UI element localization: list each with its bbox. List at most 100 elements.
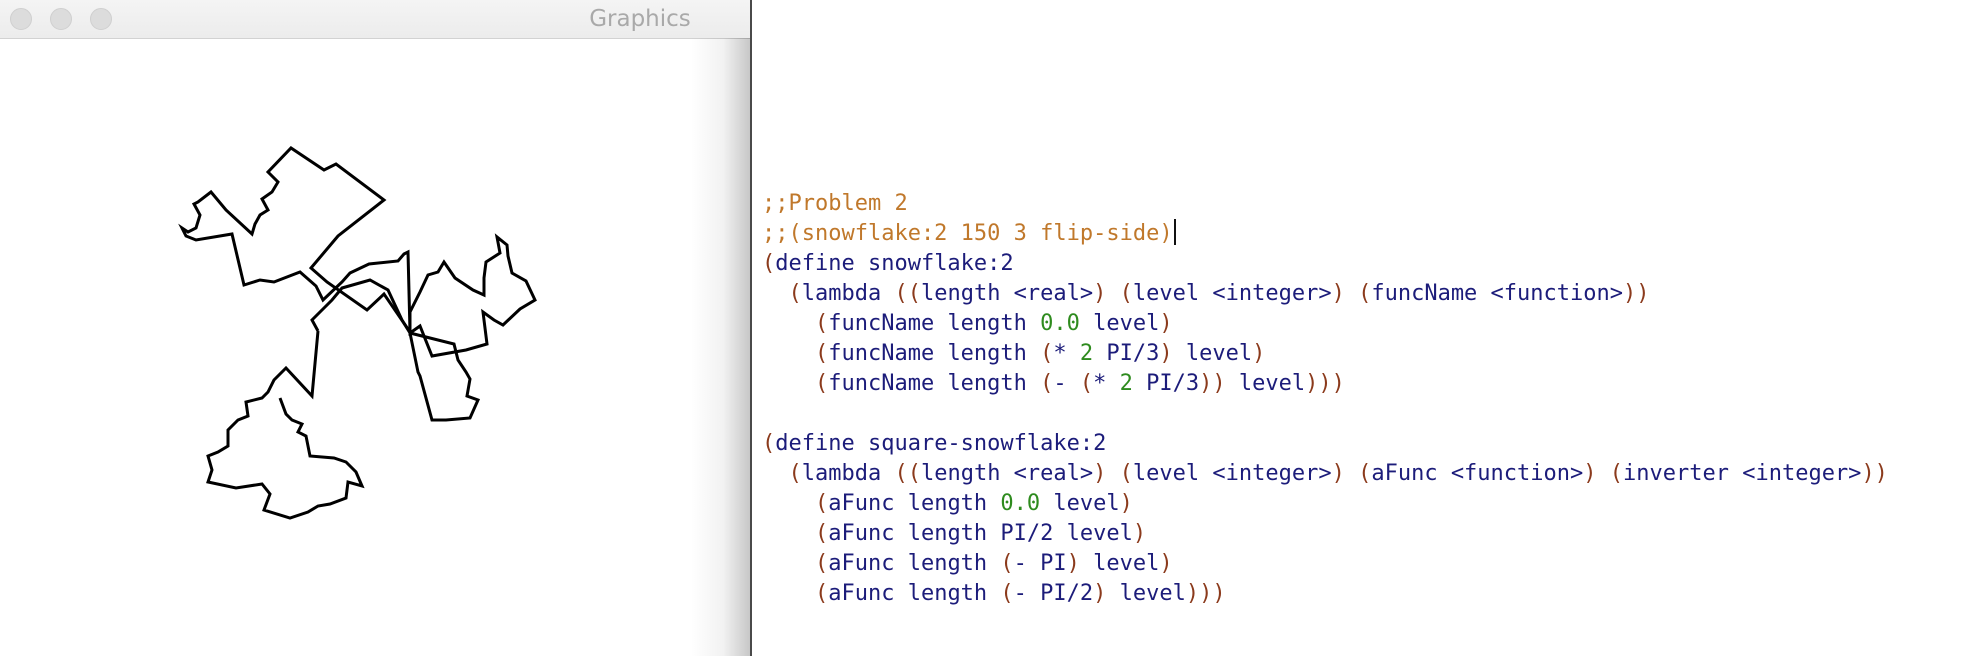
minimize-button[interactable] [50,8,72,30]
blank-line[interactable] [762,399,1888,429]
code-token-paren: ( [762,251,776,276]
code-token-paren: ) [1331,461,1345,486]
code-token-paren: ) [1159,341,1173,366]
code-line[interactable]: (aFunc length (- PI/2) level))) [762,579,1888,609]
code-line[interactable]: (lambda ((length <real>) (level <integer… [762,459,1888,489]
code-token-sp [762,491,815,516]
code-token-num: 2 [1119,371,1133,396]
code-token-paren: ( [1040,341,1054,366]
code-token-sp [1345,281,1358,306]
code-token-num: 0.0 [1040,311,1080,336]
code-token-paren: ( [814,371,829,396]
code-token-paren: ) [1093,461,1107,486]
code-token-paren: ) [1119,491,1133,516]
code-token-ident: PI/3 [1132,371,1200,396]
text-caret [1173,219,1176,245]
code-token-paren: ( [1358,281,1372,306]
code-line[interactable]: (funcName length 0.0 level) [762,309,1888,339]
code-token-ident: length <real> [920,281,1094,306]
code-token-ident: - [1053,371,1080,396]
close-button[interactable] [10,8,32,30]
code-token-sp [762,581,815,606]
zoom-button[interactable] [90,8,112,30]
code-line[interactable]: ;;Problem 2 [762,189,1888,219]
code-token-comment: ;;Problem 2 [762,191,908,216]
code-token-paren: ))) [1305,371,1345,396]
code-line[interactable]: (aFunc length 0.0 level) [762,489,1888,519]
code-line[interactable]: (aFunc length (- PI) level) [762,549,1888,579]
code-token-paren: ) [1331,281,1345,306]
code-token-sp [762,281,789,306]
drawing-canvas[interactable] [0,39,750,656]
code-token-paren: ) [1066,551,1080,576]
code-line[interactable]: ;;(snowflake:2 150 3 flip-side) [762,219,1888,249]
code-token-paren: )) [1623,281,1650,306]
code-token-ident: funcName <function> [1371,281,1624,306]
code-token-sp [762,341,815,366]
code-token-paren: ) [1252,341,1266,366]
code-line[interactable]: (lambda ((length <real>) (level <integer… [762,279,1888,309]
code-token-sp [1597,461,1610,486]
code-token-ident: inverter <integer> [1623,461,1862,486]
code-token-ident: PI/3 [1093,341,1160,366]
code-line[interactable]: (define square-snowflake:2 [762,429,1888,459]
code-token-ident: aFunc length [828,491,1001,516]
code-token-ident: lambda [801,461,895,486]
code-editor[interactable]: ;;Problem 2 ;;(snowflake:2 150 3 flip-sid… [750,0,1984,656]
code-token-ident: funcName length [828,371,1041,396]
code-token-paren: ) [1132,521,1147,546]
code-token-ident: level <integer> [1132,281,1332,306]
code-token-paren: ( [762,431,776,456]
code-token-ident: level [1040,491,1120,516]
code-token-ident: length <real> [920,461,1094,486]
code-token-paren: ) [1093,281,1107,306]
code-token-paren: ( [788,281,802,306]
code-token-paren: ( [1079,371,1094,396]
code-token-ident: funcName length [828,311,1041,336]
window-title: Graphics [589,6,691,32]
code-token-paren: (( [894,281,921,306]
code-token-paren: ( [814,311,829,336]
code-token-ident: lambda [801,281,895,306]
snowflake-drawing [178,146,537,520]
code-line[interactable]: (funcName length (- (* 2 PI/3)) level))) [762,369,1888,399]
code-token-ident: level [1172,341,1253,366]
code-token-ident: define snowflake:2 [775,251,1014,276]
code-token-paren: ( [1000,581,1014,606]
code-token-sp [1106,461,1119,486]
code-token-sp [762,311,815,336]
code-token-sp [1106,281,1119,306]
code-token-paren: ( [1119,281,1133,306]
code-token-ident: - PI [1013,551,1067,576]
code-token-paren: ( [814,551,829,576]
code-token-paren: ( [1119,461,1133,486]
code-token-paren: ( [1040,371,1054,396]
graphics-window: Graphics [0,0,750,656]
code-token-paren: (( [894,461,921,486]
code-token-ident: * [1093,371,1120,396]
code-token-ident: level [1079,551,1160,576]
code-token-sp [762,461,789,486]
window-titlebar[interactable]: Graphics [0,0,750,39]
code-token-paren: ( [1358,461,1372,486]
code-token-num: 0.0 [1000,491,1041,516]
code-token-sp [762,371,815,396]
code-token-comment: ;;(snowflake:2 150 3 flip-side) [762,221,1173,246]
code-token-ident: * [1053,341,1080,366]
code-token-sp [1345,461,1358,486]
code-token-paren: ) [1159,551,1173,576]
code-token-num: 2 [1079,341,1094,366]
code-token-sp [762,521,815,546]
code-line[interactable]: (aFunc length PI/2 level) [762,519,1888,549]
code-line[interactable]: (define snowflake:2 [762,249,1888,279]
code-token-paren: )) [1861,461,1888,486]
code-line[interactable]: (funcName length (* 2 PI/3) level) [762,339,1888,369]
code-token-paren: ( [814,581,829,606]
fractal-curve-top [178,146,412,338]
code-text[interactable]: ;;Problem 2 ;;(snowflake:2 150 3 flip-sid… [762,189,1888,609]
code-token-paren: ( [1609,461,1624,486]
code-token-ident: level [1225,371,1306,396]
code-token-paren: ) [1093,581,1107,606]
code-token-sp [762,551,815,576]
code-token-ident: level <integer> [1132,461,1332,486]
